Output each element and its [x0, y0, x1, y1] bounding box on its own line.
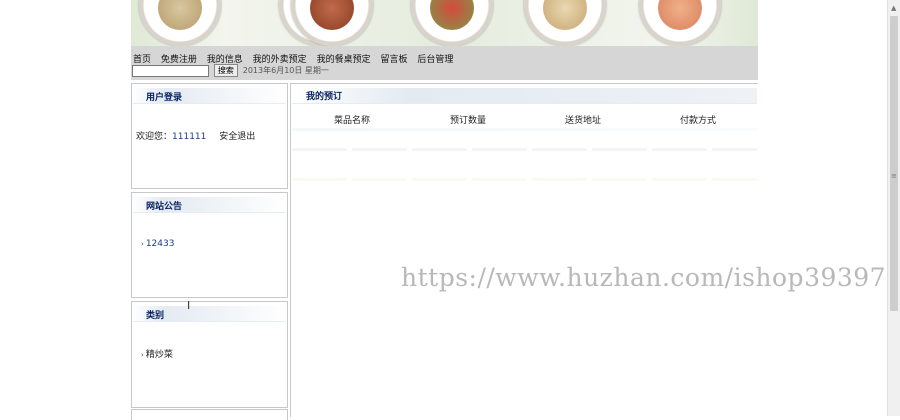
category-box-title: 类别: [146, 311, 165, 321]
chevron-right-icon: ›: [141, 240, 144, 248]
chevron-right-icon: ›: [141, 351, 144, 359]
dish-image: [139, 0, 221, 46]
search-row: 搜索 2013年6月10日 星期一: [132, 64, 329, 77]
dish-image: [411, 0, 493, 46]
column-dish-name: 菜品名称: [334, 116, 371, 126]
logout-link[interactable]: 安全退出: [219, 132, 255, 142]
login-box-title: 用户登录: [146, 93, 183, 103]
orders-header: [292, 88, 757, 104]
next-box: [131, 409, 288, 420]
username-text: 111111: [172, 132, 207, 142]
table-row: [292, 148, 757, 151]
watermark-text: https://www.huzhan.com/ishop39397: [401, 263, 887, 292]
table-divider: [292, 128, 757, 131]
nav-link-admin[interactable]: 后台管理: [417, 55, 453, 65]
dish-image: [639, 0, 721, 46]
nav-link-guestbook[interactable]: 留言板: [380, 55, 407, 65]
notice-item-text: 12433: [145, 239, 175, 249]
category-item[interactable]: › 精炒菜: [141, 347, 173, 360]
food-banner: [131, 0, 758, 46]
login-box: 用户登录 欢迎您：111111 安全退出: [131, 83, 288, 189]
orders-title: 我的预订: [306, 92, 343, 102]
page-container: 首页 免费注册 我的信息 我的外卖预定 我的餐桌预定 留言板 后台管理 搜索 2…: [131, 0, 758, 420]
scroll-grip-icon: ≡: [891, 172, 897, 180]
column-quantity: 预订数量: [450, 116, 487, 126]
text-cursor-icon: I: [187, 299, 191, 312]
nav-bar: 首页 免费注册 我的信息 我的外卖预定 我的餐桌预定 留言板 后台管理 搜索 2…: [131, 46, 758, 80]
notice-box: 网站公告 › 12433: [131, 192, 288, 298]
orders-panel: 我的预订 菜品名称 预订数量 送货地址 付款方式: [290, 83, 758, 417]
vertical-scrollbar[interactable]: ▲ ≡: [887, 0, 900, 416]
scroll-thumb[interactable]: [890, 16, 898, 311]
date-text: 2013年6月10日 星期一: [242, 66, 329, 75]
category-box: 类别 › 精炒菜: [131, 301, 288, 408]
notice-box-title: 网站公告: [146, 202, 183, 212]
search-input[interactable]: [132, 64, 209, 77]
category-item-text: 精炒菜: [145, 350, 173, 360]
scroll-up-arrow-icon[interactable]: ▲: [891, 4, 896, 12]
column-address: 送货地址: [565, 116, 602, 126]
notice-item[interactable]: › 12433: [141, 239, 174, 249]
dish-image: [524, 0, 606, 46]
table-row: [292, 178, 757, 181]
login-status: 欢迎您：111111 安全退出: [136, 129, 255, 142]
column-payment: 付款方式: [680, 116, 717, 126]
search-button[interactable]: 搜索: [213, 64, 238, 77]
welcome-label: 欢迎您：: [136, 132, 173, 142]
